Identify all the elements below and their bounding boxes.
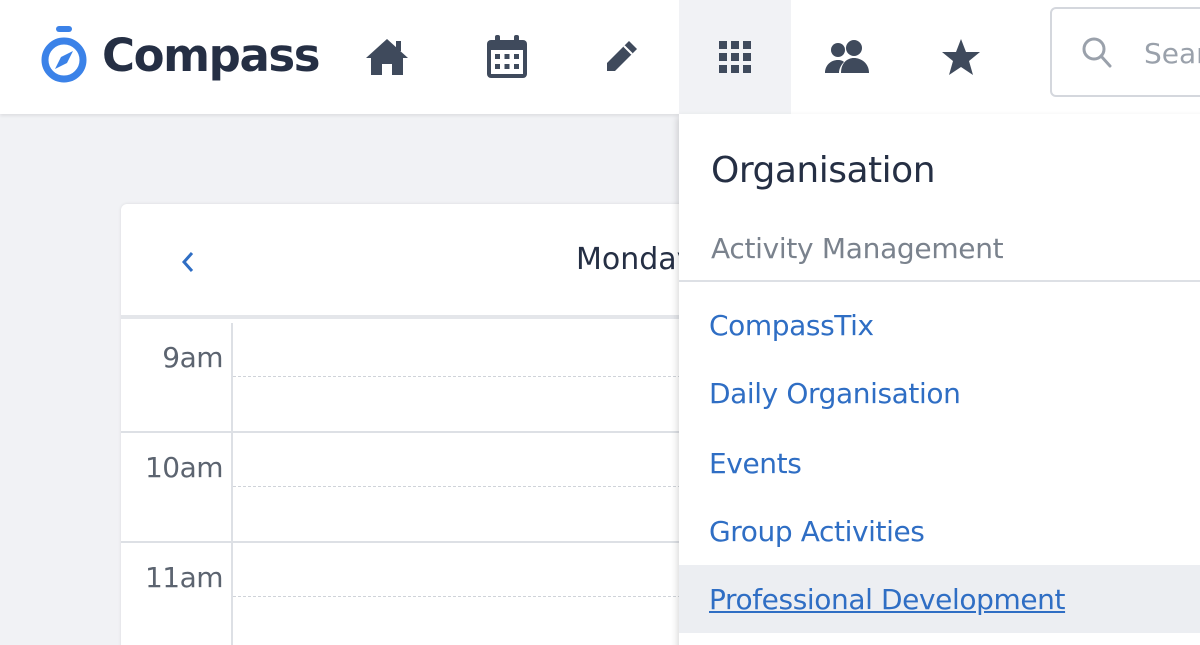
nav-people[interactable] [791, 0, 903, 114]
calendar-icon [487, 35, 527, 78]
compass-logo[interactable]: Compass [40, 20, 321, 90]
half-hour-divider [233, 596, 721, 597]
organisation-dropdown: Organisation Activity Management Compass… [679, 114, 1200, 645]
time-column [121, 323, 233, 645]
nav-edit[interactable] [565, 0, 677, 114]
search-box[interactable] [1050, 7, 1200, 97]
menu-item-compasstix[interactable]: CompassTix [679, 291, 1200, 359]
nav-favourites[interactable] [905, 0, 1017, 114]
pencil-icon [607, 41, 637, 71]
divider [679, 280, 1200, 282]
calendar-card: Monday 9am 10am 11am [121, 204, 721, 645]
star-icon [942, 39, 980, 75]
menu-item-daily-organisation[interactable]: Daily Organisation [679, 359, 1200, 427]
dropdown-heading: Organisation [711, 150, 936, 191]
section-heading: Activity Management [711, 232, 1004, 265]
home-icon [366, 39, 408, 75]
half-hour-divider [233, 376, 721, 377]
nav-calendar[interactable] [451, 0, 563, 114]
people-icon [825, 40, 869, 73]
nav-home[interactable] [331, 0, 443, 114]
half-hour-divider [233, 486, 721, 487]
top-navigation-bar: Compass [0, 0, 1200, 114]
nav-apps[interactable] [679, 0, 791, 114]
menu-item-events[interactable]: Events [679, 429, 1200, 497]
menu-item-group-activities[interactable]: Group Activities [679, 497, 1200, 565]
brand-name: Compass [102, 28, 321, 82]
chevron-left-icon [181, 252, 194, 272]
calendar-header: Monday [121, 204, 721, 319]
grid-icon [719, 41, 751, 73]
menu-item-professional-development[interactable]: Professional Development [679, 565, 1200, 633]
compass-logo-icon [41, 26, 87, 83]
day-title: Monday [576, 242, 695, 277]
search-icon [1082, 37, 1112, 68]
previous-day-button[interactable] [173, 244, 203, 280]
search-input[interactable] [1144, 31, 1200, 75]
